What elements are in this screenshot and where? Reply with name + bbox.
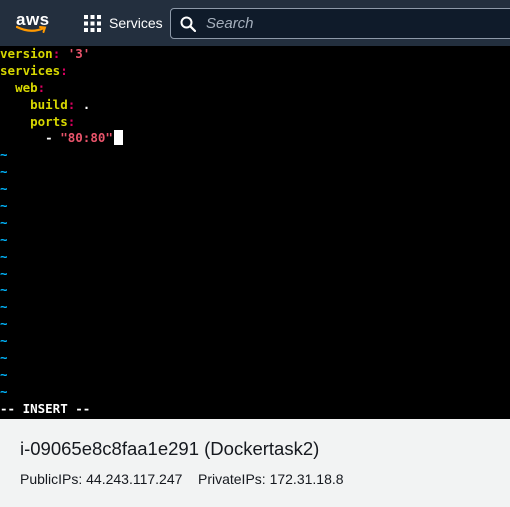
- yaml-colon: :: [67, 113, 76, 129]
- tilde-line: ~: [0, 248, 8, 264]
- private-ip-label: PrivateIPs:: [197, 471, 266, 487]
- tilde-line: ~: [0, 198, 8, 214]
- public-ip-label: PublicIPs:: [20, 471, 83, 487]
- services-button[interactable]: Services: [84, 12, 163, 34]
- tilde-line: ~: [0, 383, 8, 399]
- yaml-line-web: web:: [0, 80, 510, 97]
- yaml-key: ports: [30, 113, 68, 129]
- tilde-line: ~: [0, 164, 8, 180]
- tilde-line: ~: [0, 299, 8, 315]
- search-icon: [180, 16, 196, 32]
- yaml-indent: [0, 97, 30, 112]
- yaml-string-value: '3': [60, 46, 91, 61]
- aws-smile-icon: [16, 25, 47, 33]
- services-grid-icon: [84, 14, 101, 32]
- tilde-line: ~: [0, 181, 8, 197]
- yaml-indent: [0, 130, 45, 145]
- search-input[interactable]: [206, 15, 506, 32]
- private-ip-value: 172.31.18.8: [269, 471, 344, 487]
- yaml-colon: :: [60, 62, 68, 78]
- yaml-key: version: [0, 46, 53, 61]
- tilde-line: ~: [0, 282, 8, 298]
- services-label: Services: [109, 15, 163, 31]
- vim-mode-status: -- INSERT --: [0, 400, 91, 416]
- tilde-line: ~: [0, 265, 8, 281]
- tilde-line: ~: [0, 333, 8, 349]
- yaml-line-port-mapping: - "80:80": [0, 130, 510, 147]
- yaml-key: services: [0, 62, 61, 78]
- search-box[interactable]: [170, 8, 510, 39]
- yaml-line-ports: ports:: [0, 114, 510, 131]
- aws-top-bar: aws Services: [0, 0, 510, 46]
- yaml-colon: :: [37, 79, 46, 95]
- tilde-line: ~: [0, 350, 8, 366]
- tilde-line: ~: [0, 214, 8, 230]
- yaml-key: web: [15, 79, 38, 95]
- terminal-vim-editor[interactable]: version: '3' services: web: build: . por…: [0, 46, 510, 419]
- public-ip-value: 44.243.117.247: [86, 471, 183, 487]
- yaml-key: build: [30, 96, 68, 112]
- yaml-string-value: "80:80": [60, 130, 113, 146]
- yaml-indent: [0, 80, 15, 95]
- instance-ips: PublicIPs: 44.243.117.247 PrivateIPs: 17…: [20, 471, 344, 487]
- tilde-line: ~: [0, 316, 8, 332]
- yaml-line-services: services:: [0, 63, 510, 80]
- yaml-line-version: version: '3': [0, 46, 510, 63]
- text-cursor: [113, 130, 123, 146]
- yaml-line-build: build: .: [0, 97, 510, 114]
- instance-info-panel: i-09065e8c8faa1e291 (Dockertask2) Public…: [0, 419, 510, 507]
- tilde-line: ~: [0, 366, 8, 382]
- yaml-value: .: [75, 96, 91, 112]
- tilde-line: ~: [0, 147, 8, 163]
- aws-logo[interactable]: aws: [14, 8, 54, 38]
- instance-title: i-09065e8c8faa1e291 (Dockertask2): [20, 438, 320, 459]
- tilde-line: ~: [0, 231, 8, 247]
- yaml-list-dash: -: [45, 130, 61, 146]
- yaml-indent: [0, 114, 30, 129]
